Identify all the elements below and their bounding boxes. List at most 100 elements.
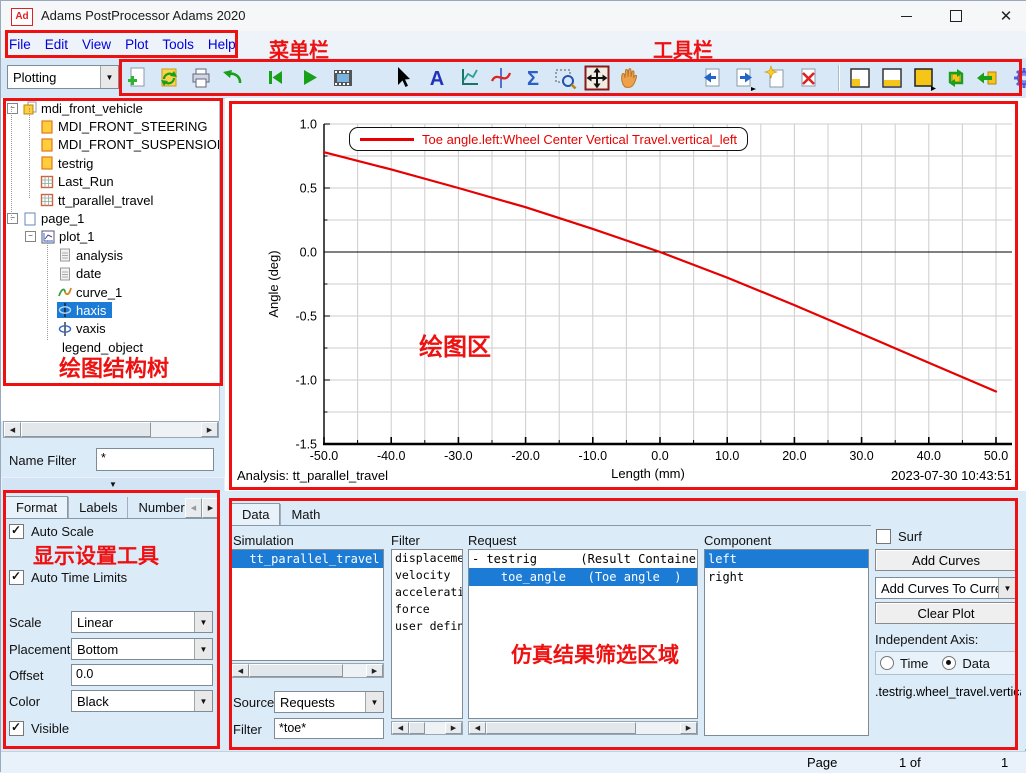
scroll-left-icon[interactable]: ◀ — [232, 664, 249, 677]
new-plot-button[interactable] — [123, 64, 151, 92]
tree-item-subsystem[interactable]: MDI_FRONT_STEERING — [1, 117, 219, 135]
scroll-right-icon[interactable]: ▶ — [201, 422, 218, 437]
auto-time-limits-row[interactable]: Auto Time Limits — [9, 570, 127, 585]
source-select[interactable]: Requests▼ — [274, 691, 384, 713]
filter-input[interactable]: *toe* — [274, 718, 384, 739]
add-mode-select[interactable]: Add Curves To Current Plot▼ — [875, 577, 1017, 599]
scroll-thumb[interactable] — [21, 422, 151, 437]
tree-item-haxis[interactable]: haxis — [1, 301, 219, 319]
request-hscrollbar[interactable]: ◀ ▶ — [468, 721, 698, 735]
list-item[interactable]: left — [705, 550, 868, 568]
refresh-button[interactable] — [155, 64, 183, 92]
collapse-icon[interactable]: − — [7, 103, 18, 114]
clear-plot-button[interactable]: Clear Plot — [875, 602, 1017, 624]
list-item[interactable]: toe_angle (Toe angle ) — [469, 568, 697, 586]
scale-select[interactable]: Linear▼ — [71, 611, 213, 633]
zoom-region-button[interactable] — [551, 64, 579, 92]
layout-bottom-button[interactable] — [878, 64, 906, 92]
menu-plot[interactable]: Plot — [125, 37, 148, 52]
tab-scroll-left-icon[interactable]: ◀ — [185, 498, 202, 518]
tree-item-vaxis[interactable]: vaxis — [1, 320, 219, 338]
tree-hscrollbar[interactable]: ◀ ▶ — [3, 421, 219, 438]
tree-item-plot[interactable]: −plot_1 — [1, 228, 219, 246]
simulation-hscrollbar[interactable]: ◀ ▶ — [231, 663, 384, 678]
menu-view[interactable]: View — [82, 37, 111, 52]
undo-button[interactable] — [219, 64, 247, 92]
mode-select[interactable]: Plotting ▼ — [7, 65, 119, 89]
offset-input[interactable]: 0.0 — [71, 664, 213, 686]
tab-scroll-right-icon[interactable]: ▶ — [202, 498, 219, 518]
pan-button[interactable] — [583, 64, 611, 92]
layout-full-button[interactable] — [910, 64, 938, 92]
tab-math[interactable]: Math — [280, 504, 330, 525]
tree-item-legend[interactable]: legend_object — [1, 338, 219, 356]
auto-scale-checkbox[interactable] — [9, 524, 24, 539]
animation-button[interactable] — [329, 64, 357, 92]
layout-corner-button[interactable] — [846, 64, 874, 92]
maximize-button[interactable] — [933, 1, 979, 31]
surf-row[interactable]: Surf — [876, 529, 922, 544]
select-cursor-button[interactable] — [389, 64, 417, 92]
next-page-button[interactable] — [730, 64, 758, 92]
tab-format[interactable]: Format — [5, 496, 68, 518]
curve-trace-button[interactable] — [487, 64, 515, 92]
text-annotation-button[interactable]: A — [423, 64, 451, 92]
tree-item-date[interactable]: date — [1, 265, 219, 283]
reload-layout-button[interactable] — [942, 64, 970, 92]
request-list[interactable]: - testrig (Result Container toe_angle (T… — [468, 549, 698, 719]
time-radio[interactable] — [880, 656, 894, 670]
visible-checkbox[interactable] — [9, 721, 24, 736]
list-item[interactable]: tt_parallel_travel — [232, 550, 383, 568]
scroll-right-icon[interactable]: ▶ — [366, 664, 383, 677]
menu-tools[interactable]: Tools — [162, 37, 194, 52]
scroll-left-icon[interactable]: ◀ — [469, 722, 486, 734]
component-list[interactable]: left right — [704, 549, 869, 736]
data-radio[interactable] — [942, 656, 956, 670]
scroll-left-icon[interactable]: ◀ — [392, 722, 409, 734]
tab-labels[interactable]: Labels — [68, 497, 127, 518]
return-layout-button[interactable] — [974, 64, 1002, 92]
settings-button[interactable] — [1010, 64, 1026, 92]
tab-number[interactable]: Number — [127, 497, 185, 518]
filter-list[interactable]: displacement velocity acceleration force… — [391, 549, 463, 719]
menu-edit[interactable]: Edit — [45, 37, 68, 52]
tree-item-subsystem[interactable]: testrig — [1, 154, 219, 172]
menu-help[interactable]: Help — [208, 37, 236, 52]
math-sum-button[interactable]: Σ — [519, 64, 547, 92]
list-item[interactable]: right — [705, 568, 868, 586]
tree-item-run[interactable]: tt_parallel_travel — [1, 191, 219, 209]
auto-time-limits-checkbox[interactable] — [9, 570, 24, 585]
close-button[interactable]: ✕ — [983, 1, 1026, 31]
hand-drag-button[interactable] — [615, 64, 643, 92]
tree-item-subsystem[interactable]: MDI_FRONT_SUSPENSION — [1, 136, 219, 154]
skip-to-start-button[interactable] — [261, 64, 289, 92]
plot-axes-button[interactable] — [455, 64, 483, 92]
plot-legend[interactable]: Toe angle.left:Wheel Center Vertical Tra… — [349, 127, 748, 151]
scroll-right-icon[interactable]: ▶ — [445, 722, 462, 734]
simulation-list[interactable]: tt_parallel_travel — [231, 549, 384, 661]
scroll-thumb[interactable] — [409, 722, 425, 734]
scroll-thumb[interactable] — [486, 722, 636, 734]
scroll-thumb[interactable] — [249, 664, 343, 677]
panel-collapse-button[interactable]: ▼ — [1, 477, 225, 492]
previous-page-button[interactable] — [698, 64, 726, 92]
scroll-left-icon[interactable]: ◀ — [4, 422, 21, 437]
surf-checkbox[interactable] — [876, 529, 891, 544]
list-item[interactable]: force — [392, 601, 462, 618]
menu-file[interactable]: File — [9, 37, 31, 52]
list-item[interactable]: - testrig (Result Container — [469, 550, 697, 568]
list-item[interactable]: acceleration — [392, 584, 462, 601]
list-item[interactable]: user defined — [392, 618, 462, 635]
minimize-button[interactable] — [883, 1, 929, 31]
placement-select[interactable]: Bottom▼ — [71, 638, 213, 660]
list-item[interactable]: velocity — [392, 567, 462, 584]
auto-scale-row[interactable]: Auto Scale — [9, 524, 94, 539]
delete-page-button[interactable] — [794, 64, 822, 92]
tree-item-model[interactable]: −mdi_front_vehicle — [1, 99, 219, 117]
name-filter-input[interactable]: * — [96, 448, 214, 471]
plot-area[interactable]: -50.0-40.0-30.0-20.0-10.00.010.020.030.0… — [225, 98, 1026, 491]
collapse-icon[interactable]: − — [7, 213, 18, 224]
tree-item-analysis[interactable]: analysis — [1, 246, 219, 264]
filter-hscrollbar[interactable]: ◀ ▶ — [391, 721, 463, 735]
play-button[interactable] — [295, 64, 323, 92]
